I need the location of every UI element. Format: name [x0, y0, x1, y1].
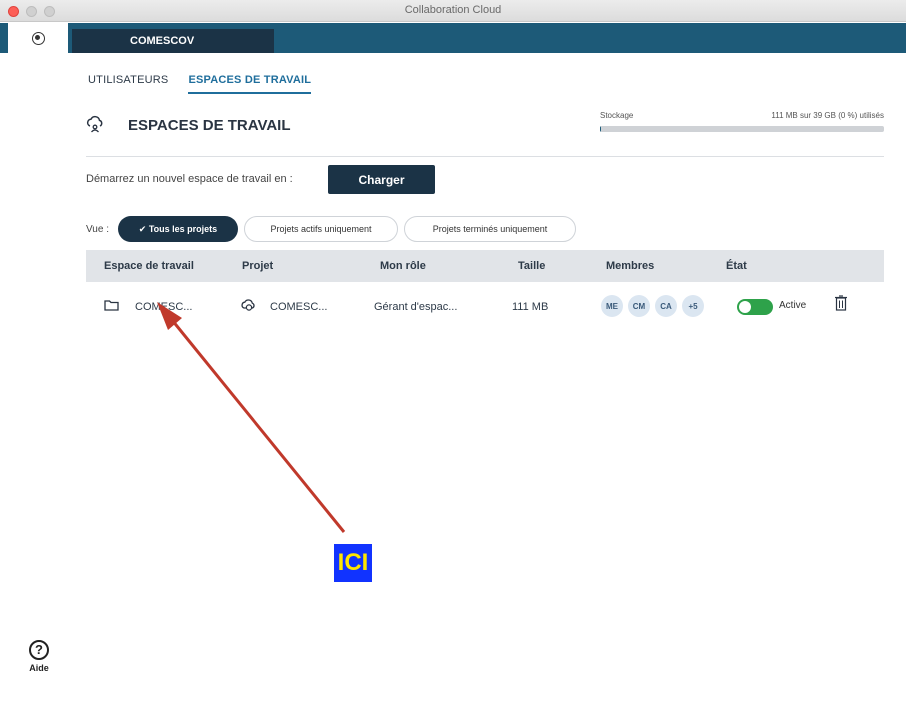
help-label: Aide [29, 663, 49, 673]
help-icon[interactable]: ? [29, 640, 49, 660]
annotation-arrow [157, 302, 346, 533]
annotation-label: ICI [334, 544, 372, 582]
help-section[interactable]: ? Aide [24, 640, 54, 673]
